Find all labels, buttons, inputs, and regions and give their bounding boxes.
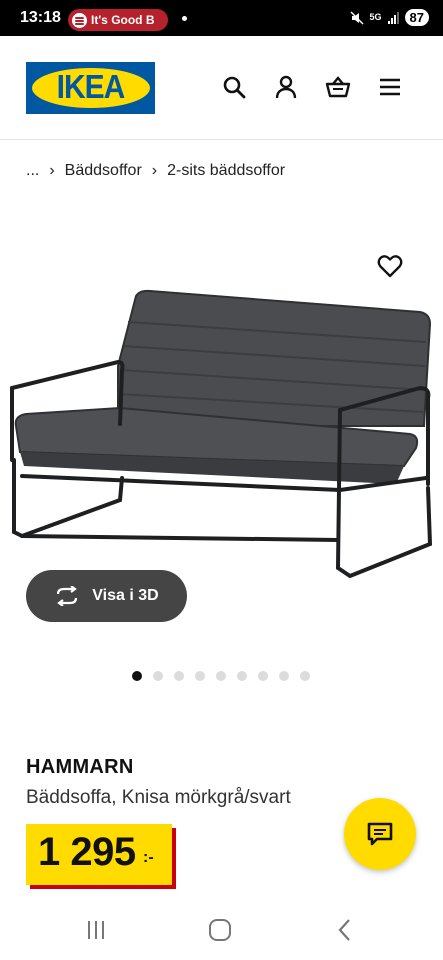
account-icon[interactable] [273, 74, 299, 100]
sofa-bed-illustration [10, 289, 433, 579]
site-header: IKEA [0, 36, 443, 140]
carousel-dot[interactable] [300, 671, 310, 681]
carousel-dot[interactable] [237, 671, 247, 681]
breadcrumb-item-baddsoffor[interactable]: Bäddsoffor [65, 162, 142, 180]
carousel-dot[interactable] [153, 671, 163, 681]
ikea-logo[interactable]: IKEA [26, 62, 155, 114]
menu-icon[interactable] [377, 74, 403, 100]
notification-dot [182, 16, 187, 21]
carousel-dot[interactable] [258, 671, 268, 681]
system-navigation-bar [0, 898, 443, 960]
breadcrumb: ... › Bäddsoffor › 2-sits bäddsoffor [26, 160, 285, 182]
signal-icon [387, 11, 399, 24]
image-carousel-dots [132, 671, 310, 681]
battery-level: 87 [404, 9, 429, 26]
carousel-dot[interactable] [216, 671, 226, 681]
breadcrumb-separator: › [151, 162, 158, 179]
view-in-3d-button[interactable]: Visa i 3D [26, 570, 187, 622]
product-description: Bäddsoffa, Knisa mörkgrå/svart [26, 787, 291, 808]
status-bar: 13:18 It's Good B 5G 87 [0, 0, 443, 36]
chat-button[interactable] [344, 798, 416, 870]
breadcrumb-ellipsis[interactable]: ... [26, 162, 39, 180]
carousel-dot[interactable] [132, 671, 142, 681]
recent-apps-icon[interactable] [81, 918, 111, 942]
spotify-icon [72, 12, 87, 28]
product-image[interactable] [0, 238, 443, 598]
logo-oval: IKEA [31, 68, 150, 108]
carousel-dot[interactable] [195, 671, 205, 681]
price-suffix: :- [143, 849, 154, 866]
carousel-dot[interactable] [174, 671, 184, 681]
status-indicators: 5G 87 [349, 9, 429, 26]
carousel-dot[interactable] [279, 671, 289, 681]
breadcrumb-separator: › [49, 162, 55, 179]
favorite-heart-icon[interactable] [377, 253, 403, 279]
media-chip-text: It's Good B [91, 13, 155, 27]
product-name: HAMMARN [26, 756, 134, 778]
search-icon[interactable] [221, 74, 247, 100]
view-in-3d-label: Visa i 3D [92, 587, 159, 604]
mute-icon [349, 10, 364, 25]
status-time: 13:18 [20, 9, 61, 26]
network-type: 5G [369, 12, 382, 22]
logo-text: IKEA [56, 69, 126, 106]
back-icon[interactable] [330, 918, 360, 942]
chat-icon [367, 822, 393, 846]
media-chip[interactable]: It's Good B [68, 9, 168, 31]
basket-icon[interactable] [325, 74, 351, 100]
price-tag: 1 295 :- [26, 824, 172, 885]
home-icon[interactable] [205, 918, 235, 942]
breadcrumb-item-2-sits[interactable]: 2-sits bäddsoffor [167, 162, 285, 180]
price-value: 1 295 [38, 830, 136, 874]
rotate-3d-icon [57, 586, 78, 606]
